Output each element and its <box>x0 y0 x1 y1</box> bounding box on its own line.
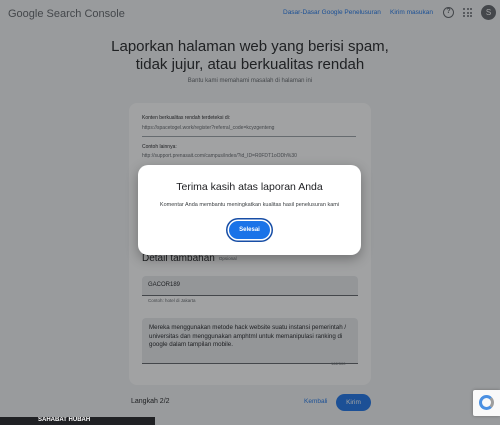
bottom-strip-text: SAHABAT HUBAH <box>38 417 91 423</box>
recaptcha-badge[interactable] <box>473 390 500 416</box>
dialog-body: Komentar Anda membantu meningkatkan kual… <box>159 202 340 208</box>
recaptcha-icon <box>479 395 494 410</box>
bottom-overlay-strip: SAHABAT HUBAH <box>0 417 155 425</box>
thank-you-dialog: Terima kasih atas laporan Anda Komentar … <box>138 165 361 255</box>
dialog-title: Terima kasih atas laporan Anda <box>176 181 323 193</box>
done-button[interactable]: Selesai <box>229 221 270 239</box>
